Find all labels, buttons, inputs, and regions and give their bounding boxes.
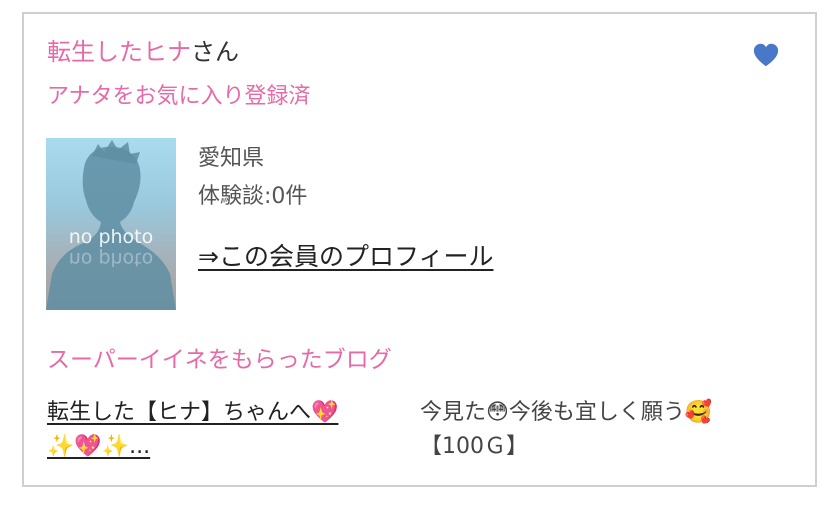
honorific: さん	[191, 38, 239, 66]
member-photo[interactable]: no photo no photo	[46, 138, 176, 310]
silhouette-icon	[46, 140, 176, 310]
no-photo-reflection: no photo	[68, 248, 154, 270]
heart-icon[interactable]	[752, 42, 780, 68]
blog-title-line-1: 転生した【ヒナ】ちゃんへ💖	[47, 400, 339, 425]
review-count: 体験談:0件	[198, 184, 308, 209]
blog-excerpt-line-2: 【100Ｇ】	[420, 434, 528, 459]
super-like-blog-heading: スーパーイイネをもらったブログ	[47, 347, 392, 373]
blog-title-link[interactable]: 転生した【ヒナ】ちゃんへ💖 ✨💖✨...	[47, 396, 397, 464]
member-card: 転生したヒナさん アナタをお気に入り登録済 no photo no photo …	[22, 12, 817, 487]
member-name[interactable]: 転生したヒナ	[47, 38, 191, 66]
blog-excerpt-line-1: 今見た😳今後も宜しく願う🥰	[420, 400, 713, 425]
member-name-heading: 転生したヒナさん	[47, 36, 239, 68]
blog-excerpt: 今見た😳今後も宜しく願う🥰 【100Ｇ】	[420, 396, 800, 464]
blog-title-line-2: ✨💖✨...	[47, 434, 151, 459]
favorite-status: アナタをお気に入り登録済	[47, 84, 311, 109]
no-photo-label: no photo	[68, 226, 154, 248]
member-profile-link[interactable]: ⇒この会員のプロフィール	[198, 240, 493, 274]
prefecture: 愛知県	[198, 146, 265, 171]
